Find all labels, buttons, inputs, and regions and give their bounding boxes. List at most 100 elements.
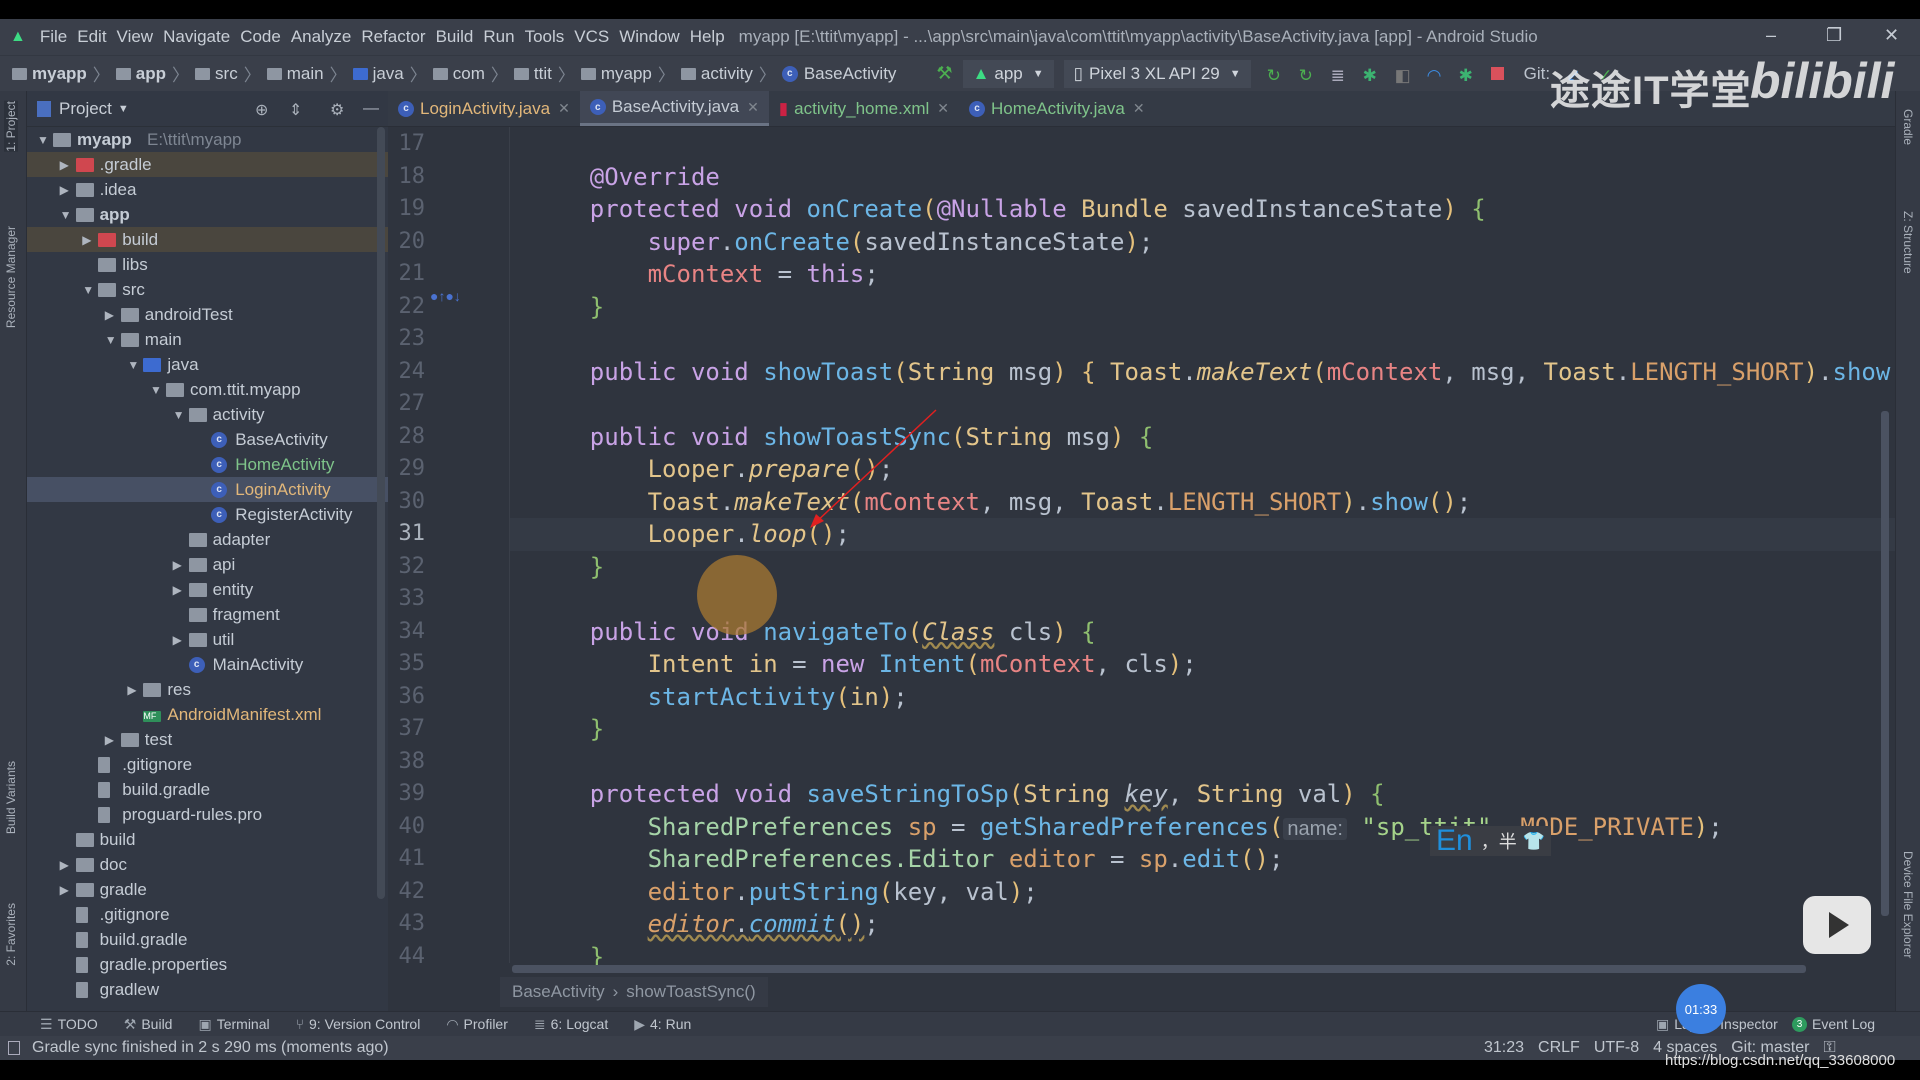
run-config-select[interactable]: ▲ app ▼ <box>962 59 1054 88</box>
status-message[interactable]: Gradle sync finished in 2 s 290 ms (mome… <box>32 1039 389 1057</box>
editor-tab[interactable]: c HomeActivity.java ✕ <box>959 91 1155 126</box>
tree-item[interactable]: c HomeActivity <box>27 452 388 477</box>
tree-item[interactable]: ▼ java <box>27 352 388 377</box>
hammer-icon[interactable]: ⚒ <box>936 63 952 84</box>
menu-tools[interactable]: Tools <box>525 27 565 47</box>
expand-right-icon[interactable]: ▶ <box>82 233 91 247</box>
device-select[interactable]: ▯ Pixel 3 XL API 29 ▼ <box>1063 59 1251 88</box>
line-separator[interactable]: CRLF <box>1538 1039 1580 1057</box>
tree-item[interactable]: c LoginActivity <box>27 477 388 502</box>
code-line[interactable]: editor.putString(key, val); <box>510 876 1895 909</box>
menu-build[interactable]: Build <box>436 27 474 47</box>
hide-icon[interactable]: — <box>363 100 379 118</box>
build-tool-button[interactable]: ⚒ Build <box>124 1016 173 1033</box>
resource-manager-tool-button[interactable]: Resource Manager <box>4 226 18 328</box>
tree-item[interactable]: ▼ main <box>27 327 388 352</box>
vertical-scrollbar[interactable] <box>1881 411 1889 916</box>
-version-control-tool-button[interactable]: ⑂ 9: Version Control <box>296 1016 421 1033</box>
tree-item[interactable]: libs <box>27 252 388 277</box>
breadcrumb-method[interactable]: showToastSync() <box>626 982 755 1002</box>
menu-navigate[interactable]: Navigate <box>163 27 230 47</box>
tree-item[interactable]: c RegisterActivity <box>27 502 388 527</box>
expand-right-icon[interactable]: ▶ <box>127 683 136 697</box>
breadcrumb-item[interactable]: app 〉 <box>115 61 195 86</box>
terminal-tool-button[interactable]: ▣ Terminal <box>198 1016 269 1033</box>
code-line[interactable]: SharedPreferences sp = getSharedPreferen… <box>510 811 1895 844</box>
breadcrumb-item[interactable]: myapp 〉 <box>12 61 116 86</box>
tree-item[interactable]: .gitignore <box>27 752 388 777</box>
tree-item[interactable]: ▶ gradle <box>27 877 388 902</box>
expand-down-icon[interactable]: ▼ <box>173 408 185 422</box>
tree-item[interactable]: ▼ com.ttit.myapp <box>27 377 388 402</box>
attach-debugger-icon[interactable]: ✱ <box>1459 66 1475 85</box>
tree-item[interactable]: ▶ androidTest <box>27 302 388 327</box>
code-line[interactable]: protected void saveStringToSp(String key… <box>510 778 1895 811</box>
apply-code-changes-icon[interactable]: ↻ <box>1299 66 1315 85</box>
menu-edit[interactable]: Edit <box>77 27 106 47</box>
debug-icon[interactable]: ✱ <box>1363 66 1379 85</box>
expand-right-icon[interactable]: ▶ <box>105 308 114 322</box>
tree-item[interactable]: ▶ res <box>27 677 388 702</box>
project-view-select[interactable]: Project <box>59 99 112 119</box>
tree-item[interactable]: ▶ .idea <box>27 177 388 202</box>
expand-right-icon[interactable]: ▶ <box>60 158 69 172</box>
tree-item[interactable]: build.gradle <box>27 777 388 802</box>
tree-item[interactable]: gradle.properties <box>27 952 388 977</box>
menu-code[interactable]: Code <box>240 27 281 47</box>
tree-item[interactable]: gradlew <box>27 977 388 1002</box>
expand-down-icon[interactable]: ▼ <box>60 208 72 222</box>
expand-right-icon[interactable]: ▶ <box>173 558 182 572</box>
tree-item[interactable]: MF AndroidManifest.xml <box>27 702 388 727</box>
tree-item[interactable]: ▶ api <box>27 552 388 577</box>
structure-tool-button[interactable]: Z: Structure <box>1901 211 1915 274</box>
gradle-tool-button[interactable]: Gradle <box>1901 109 1915 145</box>
close-tab-icon[interactable]: ✕ <box>1133 100 1145 117</box>
expand-right-icon[interactable]: ▶ <box>105 733 114 747</box>
code-line[interactable] <box>510 746 1895 779</box>
expand-right-icon[interactable]: ▶ <box>173 633 182 647</box>
breadcrumb-item[interactable]: activity 〉 <box>680 61 782 86</box>
breadcrumb-item[interactable]: ttit 〉 <box>513 61 581 86</box>
gear-icon[interactable]: ⚙ <box>330 100 344 120</box>
file-encoding[interactable]: UTF-8 <box>1594 1039 1639 1057</box>
expand-down-icon[interactable]: ▼ <box>37 133 49 147</box>
restore-button[interactable]: ❐ <box>1826 25 1842 46</box>
tree-item[interactable]: ▶ build <box>27 227 388 252</box>
tree-item[interactable]: c MainActivity <box>27 652 388 677</box>
code-line[interactable]: editor.commit(); <box>510 908 1895 941</box>
project-tool-button[interactable]: 1: Project <box>4 101 18 152</box>
tree-item[interactable]: ▼ app <box>27 202 388 227</box>
expand-right-icon[interactable]: ▶ <box>60 183 69 197</box>
horizontal-scrollbar[interactable] <box>512 965 1806 973</box>
tree-item[interactable]: proguard-rules.pro <box>27 802 388 827</box>
expand-right-icon[interactable]: ▶ <box>173 583 182 597</box>
tree-item[interactable]: ▶ util <box>27 627 388 652</box>
tree-item[interactable]: ▼ activity <box>27 402 388 427</box>
-run-tool-button[interactable]: ▶ 4: Run <box>634 1016 691 1033</box>
sync-icon[interactable]: ≣ <box>1331 66 1347 85</box>
menu-help[interactable]: Help <box>690 27 725 47</box>
close-button[interactable]: ✕ <box>1884 25 1899 46</box>
-logcat-tool-button[interactable]: ≣ 6: Logcat <box>534 1016 608 1033</box>
status-toggle-icon[interactable] <box>8 1041 20 1055</box>
code-line[interactable]: SharedPreferences.Editor editor = sp.edi… <box>510 843 1895 876</box>
tree-item[interactable]: ▶ entity <box>27 577 388 602</box>
breadcrumb-item[interactable]: myapp 〉 <box>580 61 681 86</box>
tree-item[interactable]: ▶ test <box>27 727 388 752</box>
code-editor[interactable]: c LoginActivity.java ✕ c BaseActivity.java ✕ ▮… <box>388 91 1920 1011</box>
collapse-all-icon[interactable]: ⇕ <box>289 100 302 120</box>
menu-refactor[interactable]: Refactor <box>361 27 425 47</box>
tree-item[interactable]: ▶ .gradle <box>27 152 388 177</box>
caret-position[interactable]: 31:23 <box>1484 1039 1524 1057</box>
build-variants-tool-button[interactable]: Build Variants <box>4 761 18 834</box>
todo-tool-button[interactable]: ☰ TODO <box>40 1016 98 1033</box>
tree-item[interactable]: fragment <box>27 602 388 627</box>
tree-item[interactable]: ▶ doc <box>27 852 388 877</box>
tree-item[interactable]: build <box>27 827 388 852</box>
locate-icon[interactable]: ⊕ <box>255 100 268 120</box>
coverage-icon[interactable]: ◧ <box>1395 66 1411 85</box>
menu-view[interactable]: View <box>117 27 154 47</box>
menu-run[interactable]: Run <box>483 27 514 47</box>
breadcrumb-class[interactable]: BaseActivity <box>512 982 605 1002</box>
tree-item[interactable]: .gitignore <box>27 902 388 927</box>
